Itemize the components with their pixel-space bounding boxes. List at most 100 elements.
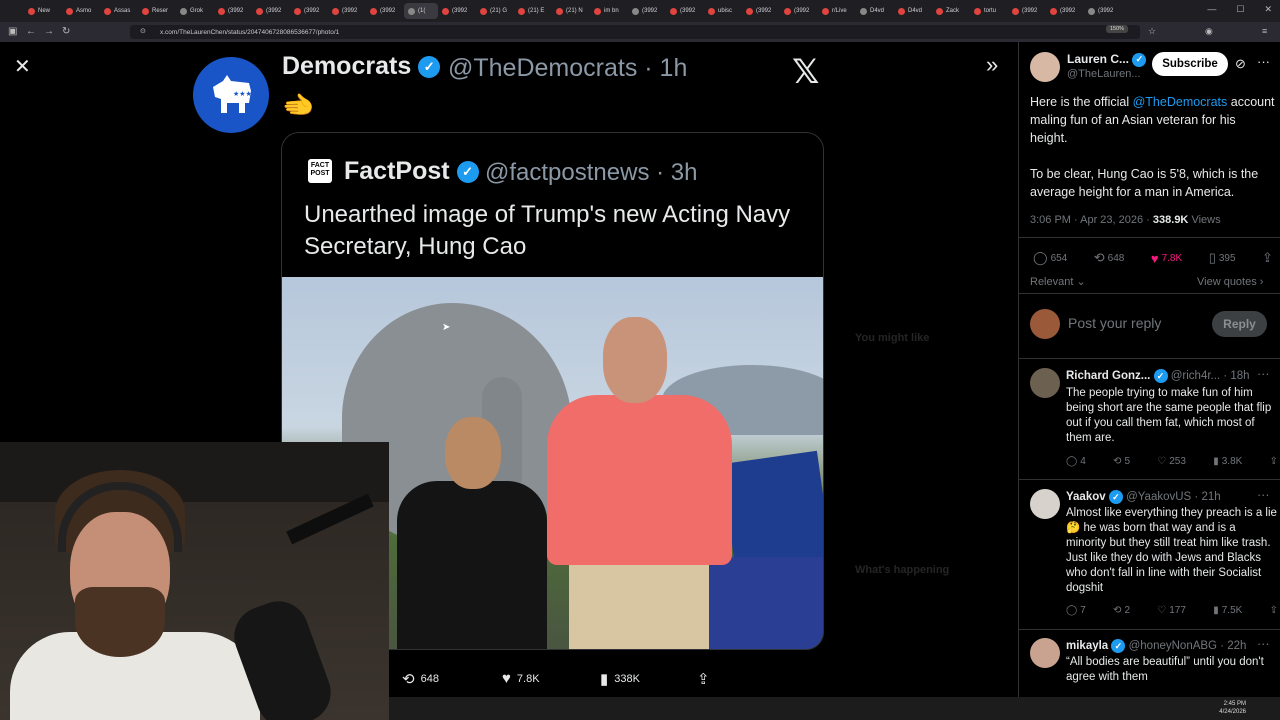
browser-tab[interactable]: (3992 xyxy=(290,3,328,19)
browser-tab[interactable]: (21) E xyxy=(514,3,552,19)
reply-header[interactable]: Richard Gonz... ✓ @rich4r... · 18h xyxy=(1066,369,1250,384)
browser-tab[interactable]: (3992 xyxy=(214,3,252,19)
browser-tab[interactable]: (3992 xyxy=(328,3,366,19)
timestamp-text[interactable]: 3:06 PM · Apr 23, 2026 · xyxy=(1030,214,1153,226)
views-action[interactable]: ▮ 7.5K xyxy=(1213,605,1242,616)
back-icon[interactable]: ← xyxy=(26,26,36,37)
tweet-author-name[interactable]: Democrats ✓ xyxy=(282,52,441,81)
share-action[interactable]: ⇪ xyxy=(1270,605,1278,616)
maximize-icon[interactable]: ☐ xyxy=(1236,4,1244,15)
grok-icon[interactable]: ⊘ xyxy=(1235,56,1246,71)
reply-header[interactable]: Yaakov ✓ @YaakovUS · 21h xyxy=(1066,490,1221,505)
reply-header[interactable]: mikayla ✓ @honeyNonABG · 22h xyxy=(1066,639,1246,654)
retweet-count: 5 xyxy=(1124,456,1130,467)
more-options-icon[interactable]: ··· xyxy=(1257,637,1270,652)
browser-tab[interactable]: (3992 xyxy=(1008,3,1046,19)
panel-author-name[interactable]: Lauren C... ✓ xyxy=(1067,52,1147,67)
taskbar-clock[interactable]: 2:45 PM 4/24/2026 xyxy=(1219,700,1246,716)
like-action[interactable]: ♡ 253 xyxy=(1157,456,1186,467)
account-icon[interactable]: ◉ xyxy=(1205,26,1213,37)
my-avatar[interactable] xyxy=(1030,309,1060,339)
reply-button[interactable]: Reply xyxy=(1212,311,1267,337)
verified-badge-icon: ✓ xyxy=(1108,490,1123,504)
tab-favicon-icon xyxy=(1088,7,1095,15)
browser-tab[interactable]: D4vd xyxy=(894,3,932,19)
like-action[interactable]: ♥ 7.8K xyxy=(1151,251,1182,266)
reply-avatar[interactable] xyxy=(1030,489,1060,519)
browser-tab[interactable]: (3992 xyxy=(252,3,290,19)
zoom-level[interactable]: 150% xyxy=(1106,25,1129,33)
reply-avatar[interactable] xyxy=(1030,638,1060,668)
views-action[interactable]: ▮ 338K xyxy=(600,670,640,688)
browser-tab[interactable]: im bn xyxy=(590,3,628,19)
browser-tab[interactable]: (3992 xyxy=(1084,3,1122,19)
more-options-icon[interactable]: ··· xyxy=(1257,54,1270,69)
quote-author-handle[interactable]: @factpostnews · 3h xyxy=(485,159,697,187)
browser-tab[interactable]: D4vd xyxy=(856,3,894,19)
browser-tab[interactable]: Zack xyxy=(932,3,970,19)
minimize-icon[interactable]: — xyxy=(1207,4,1216,15)
browser-tab[interactable]: Asmo xyxy=(62,3,100,19)
browser-tab[interactable]: (3992 xyxy=(780,3,818,19)
browser-tab[interactable]: (21) N xyxy=(552,3,590,19)
author-avatar[interactable] xyxy=(1030,52,1060,82)
more-options-icon[interactable]: ··· xyxy=(1257,367,1270,382)
close-window-icon[interactable]: ✕ xyxy=(1264,4,1272,15)
browser-tab[interactable]: Assas xyxy=(100,3,138,19)
browser-tab[interactable]: (21) G xyxy=(476,3,514,19)
sidebar-icon[interactable]: ▣ xyxy=(8,26,17,37)
verified-badge-icon: ✓ xyxy=(456,161,479,184)
forward-icon[interactable]: → xyxy=(44,26,54,37)
browser-tab[interactable]: r/Live xyxy=(818,3,856,19)
browser-tab-strip: New Asmo Assas Reser Grok (3992 (3992 (3992 (399… xyxy=(0,0,1280,22)
view-quotes-link[interactable]: View quotes › xyxy=(1197,275,1263,290)
reply-avatar[interactable] xyxy=(1030,368,1060,398)
mention-link[interactable]: @TheDemocrats xyxy=(1133,95,1228,109)
browser-tab[interactable]: (1( xyxy=(404,3,438,19)
views-action[interactable]: ▮ 3.8K xyxy=(1213,456,1242,467)
browser-tab[interactable]: New xyxy=(24,3,62,19)
browser-tab[interactable]: (3992 xyxy=(438,3,476,19)
retweet-action[interactable]: ⟲ 2 xyxy=(1113,605,1130,616)
expand-panel-icon[interactable]: » xyxy=(986,52,998,78)
tab-label: Reser xyxy=(152,8,169,14)
browser-tab[interactable]: Reser xyxy=(138,3,176,19)
reply-input[interactable]: Post your reply xyxy=(1068,316,1161,331)
more-options-icon[interactable]: ··· xyxy=(1257,488,1270,503)
browser-tab[interactable]: (3992 xyxy=(1046,3,1084,19)
reply-action[interactable]: ◯ 4 xyxy=(1066,456,1086,467)
browser-tab[interactable]: (3992 xyxy=(742,3,780,19)
browser-tab[interactable]: tortu xyxy=(970,3,1008,19)
tab-label: (3992 xyxy=(680,8,696,14)
sort-dropdown[interactable]: Relevant ⌄ xyxy=(1030,275,1086,290)
browser-tab[interactable]: ubisc xyxy=(704,3,742,19)
share-action[interactable]: ⇪ xyxy=(1262,250,1273,266)
democrats-avatar[interactable]: ★★★ xyxy=(193,57,269,133)
share-action[interactable]: ⇪ xyxy=(697,670,710,688)
retweet-action[interactable]: ⟲ 648 xyxy=(1094,250,1125,266)
like-action[interactable]: ♥ 7.8K xyxy=(502,670,540,687)
browser-tab[interactable]: Grok xyxy=(176,3,214,19)
bookmark-count: 395 xyxy=(1218,252,1236,264)
panel-author-handle[interactable]: @TheLauren... xyxy=(1067,67,1141,82)
bookmark-star-icon[interactable]: ☆ xyxy=(1148,26,1156,37)
reply-action[interactable]: ◯ 7 xyxy=(1066,605,1086,616)
quote-author-name[interactable]: FactPost ✓ xyxy=(344,157,479,186)
browser-tab[interactable]: (3992 xyxy=(628,3,666,19)
reply-action[interactable]: ◯ 654 xyxy=(1033,250,1067,266)
browser-tab[interactable]: (3992 xyxy=(366,3,404,19)
reload-icon[interactable]: ↻ xyxy=(62,26,70,37)
like-action[interactable]: ♡ 177 xyxy=(1157,605,1186,616)
retweet-action[interactable]: ⟲ 648 xyxy=(402,670,439,688)
retweet-action[interactable]: ⟲ 5 xyxy=(1113,456,1130,467)
bookmark-action[interactable]: ▯ 395 xyxy=(1209,250,1236,266)
close-icon[interactable]: ✕ xyxy=(14,54,31,79)
address-bar[interactable]: ⊙ x.com/TheLaurenChen/status/20474067280… xyxy=(130,25,1140,39)
browser-tab[interactable]: (3992 xyxy=(666,3,704,19)
tab-favicon-icon xyxy=(408,7,415,15)
tweet-author-handle[interactable]: @TheDemocrats · 1h xyxy=(448,54,687,83)
subscribe-button[interactable]: Subscribe xyxy=(1152,52,1228,76)
site-info-icon[interactable]: ⊙ xyxy=(140,27,146,35)
share-action[interactable]: ⇪ xyxy=(1270,456,1278,467)
menu-icon[interactable]: ≡ xyxy=(1262,26,1267,36)
